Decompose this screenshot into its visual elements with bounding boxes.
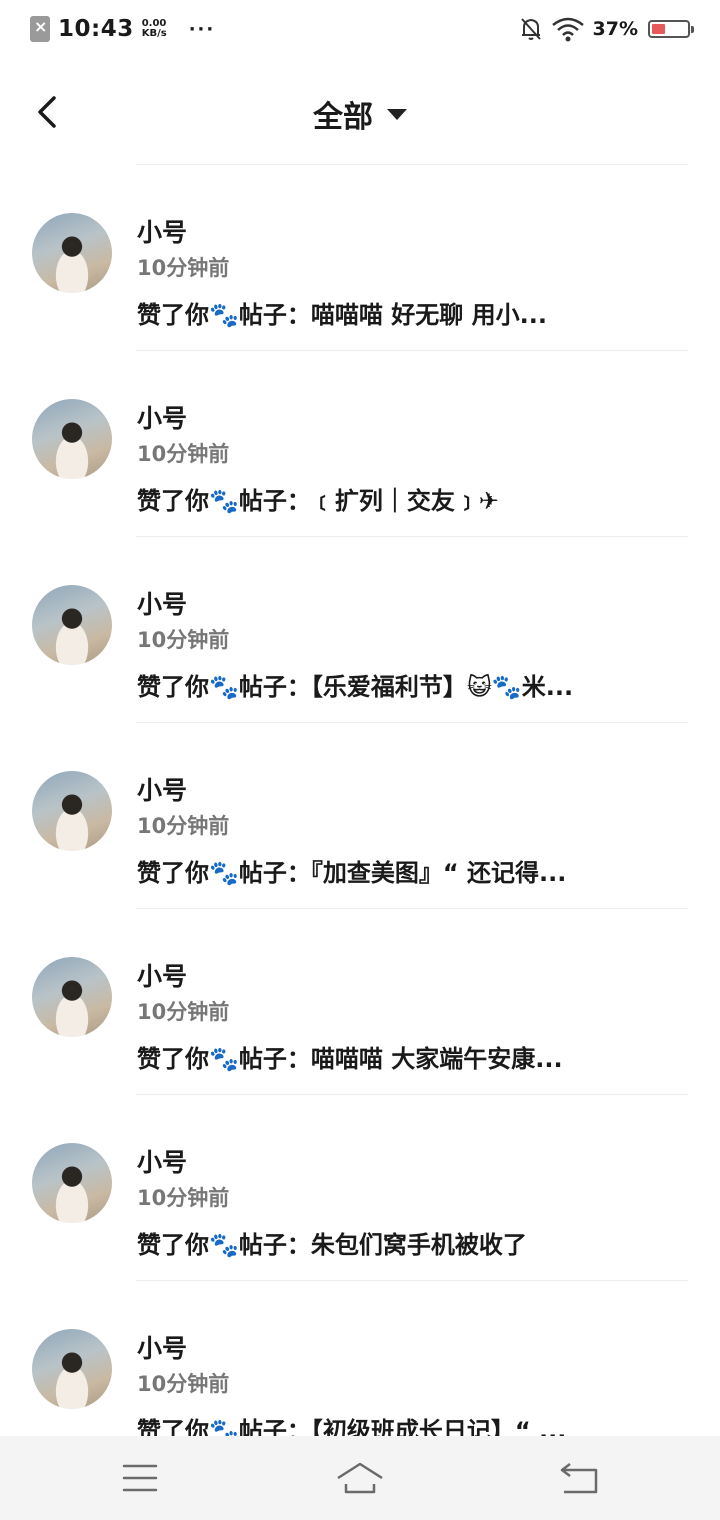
timestamp: 10分钟前 xyxy=(137,1372,230,1396)
menu-button[interactable] xyxy=(110,1456,170,1500)
timestamp: 10分钟前 xyxy=(137,256,230,280)
system-nav-bar xyxy=(0,1436,720,1520)
header: 全部 xyxy=(0,70,720,160)
avatar[interactable] xyxy=(32,585,112,665)
clock: 10:43 xyxy=(58,16,134,42)
avatar[interactable] xyxy=(32,1143,112,1223)
user-name[interactable]: 小号 xyxy=(137,1143,187,1179)
home-button[interactable] xyxy=(330,1456,390,1500)
avatar[interactable] xyxy=(32,213,112,293)
notification-item[interactable]: 小号 10分钟前 赞了你🐾帖子：喵喵喵 大家端午安康... xyxy=(0,909,720,1095)
timestamp: 10分钟前 xyxy=(137,814,230,838)
home-icon xyxy=(337,1462,383,1494)
more-notifications-icon: ··· xyxy=(188,18,216,40)
back-nav-button[interactable] xyxy=(550,1456,610,1500)
notification-message[interactable]: 赞了你🐾帖子：喵喵喵 好无聊 用小... xyxy=(137,295,657,330)
status-right: 37% xyxy=(519,16,694,42)
avatar[interactable] xyxy=(32,399,112,479)
user-name[interactable]: 小号 xyxy=(137,1329,187,1365)
notification-item[interactable]: 小号 10分钟前 赞了你🐾帖子：『加查美图』“ 还记得... xyxy=(0,723,720,909)
timestamp: 10分钟前 xyxy=(137,442,230,466)
network-speed-unit: KB/s xyxy=(141,28,167,39)
battery-percent: 37% xyxy=(592,18,638,40)
notification-list: 小号 10分钟前 赞了你🐾帖子：喵喵喵 好无聊 用小... 小号 10分钟前 赞… xyxy=(0,165,720,1467)
user-name[interactable]: 小号 xyxy=(137,213,187,249)
user-name[interactable]: 小号 xyxy=(137,399,187,435)
battery-icon xyxy=(648,20,694,38)
notification-item[interactable]: 小号 10分钟前 赞了你🐾帖子：【乐爱福利节】😺🐾米... xyxy=(0,537,720,723)
battery-level xyxy=(652,24,665,34)
sim-off-icon xyxy=(30,16,50,42)
status-bar: 10:43 0.00 KB/s ··· 37% xyxy=(0,0,720,64)
network-speed: 0.00 KB/s xyxy=(142,19,167,39)
timestamp: 10分钟前 xyxy=(137,628,230,652)
menu-icon xyxy=(122,1464,158,1492)
caret-down-icon xyxy=(387,108,407,120)
user-name[interactable]: 小号 xyxy=(137,957,187,993)
notification-item[interactable]: 小号 10分钟前 赞了你🐾帖子：﹝扩列｜交友﹞✈ xyxy=(0,351,720,537)
user-name[interactable]: 小号 xyxy=(137,585,187,621)
user-name[interactable]: 小号 xyxy=(137,771,187,807)
avatar[interactable] xyxy=(32,957,112,1037)
avatar[interactable] xyxy=(32,1329,112,1409)
page-title: 全部 xyxy=(313,100,373,135)
status-left: 10:43 0.00 KB/s ··· xyxy=(30,16,215,42)
avatar[interactable] xyxy=(32,771,112,851)
back-icon xyxy=(560,1463,598,1494)
notification-message[interactable]: 赞了你🐾帖子：喵喵喵 大家端午安康... xyxy=(137,1039,657,1074)
timestamp: 10分钟前 xyxy=(137,1000,230,1024)
notification-item[interactable]: 小号 10分钟前 赞了你🐾帖子：朱包们窝手机被收了 xyxy=(0,1095,720,1281)
filter-dropdown[interactable]: 全部 xyxy=(0,92,720,136)
notification-message[interactable]: 赞了你🐾帖子：﹝扩列｜交友﹞✈ xyxy=(137,481,657,516)
notification-message[interactable]: 赞了你🐾帖子：『加查美图』“ 还记得... xyxy=(137,853,657,888)
notification-message[interactable]: 赞了你🐾帖子：【乐爱福利节】😺🐾米... xyxy=(137,667,657,702)
timestamp: 10分钟前 xyxy=(137,1186,230,1210)
wifi-icon xyxy=(551,17,584,42)
notification-item[interactable]: 小号 10分钟前 赞了你🐾帖子：喵喵喵 好无聊 用小... xyxy=(0,165,720,351)
notification-message[interactable]: 赞了你🐾帖子：朱包们窝手机被收了 xyxy=(137,1225,657,1260)
bell-off-icon xyxy=(520,18,541,40)
